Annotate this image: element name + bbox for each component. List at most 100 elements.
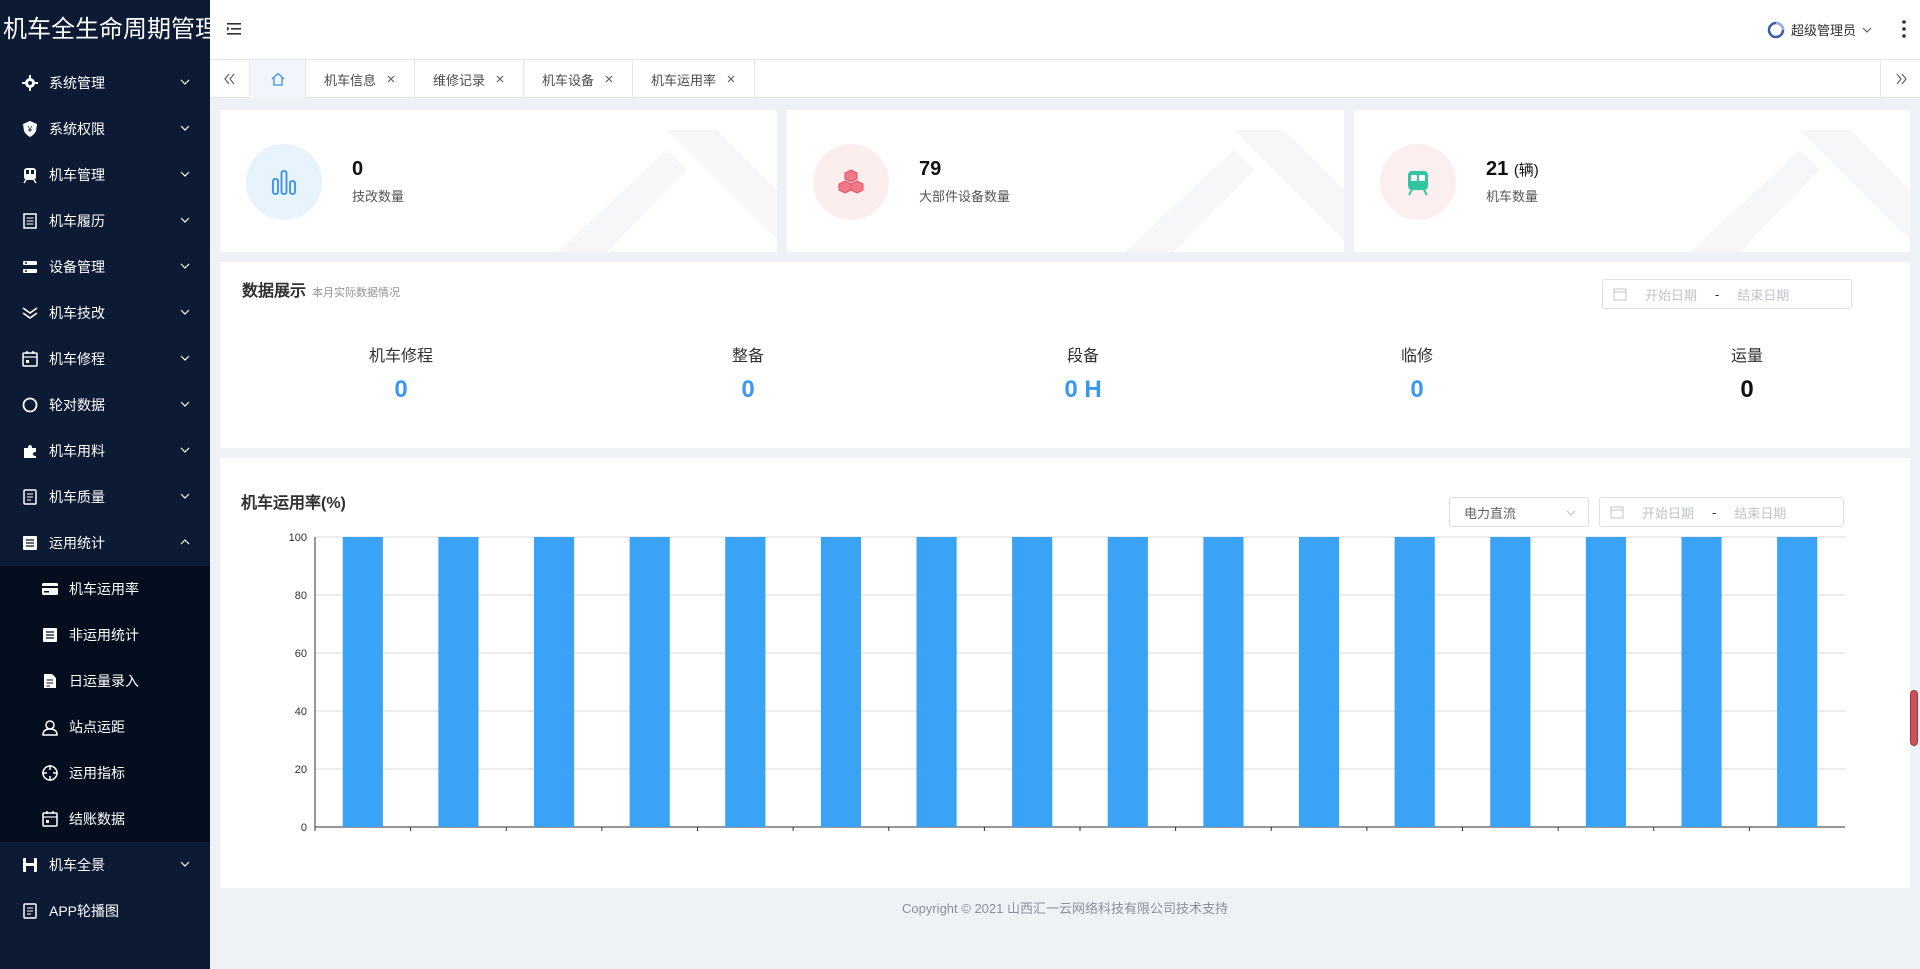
stat-icon-wrap (813, 144, 889, 220)
svg-text:¥: ¥ (27, 125, 33, 134)
tab-label: 机车设备 (542, 72, 595, 88)
sidebar-item-label: 机车运用率 (69, 581, 139, 597)
more-vertical-icon[interactable] (1898, 19, 1910, 39)
home-icon (271, 72, 284, 86)
sidebar-item-sidebar-items-7[interactable]: 轮对数据 (0, 382, 210, 428)
stat-number: 21 (1486, 158, 1509, 180)
stat-value: 0 (352, 158, 363, 181)
clipboard-icon (23, 903, 37, 919)
calendar-icon (42, 811, 58, 827)
tab-home[interactable] (250, 60, 306, 98)
stat-card-tech-mod: 0 技改数量 (220, 110, 777, 252)
app-title: 机车全生命周期管理 (3, 16, 219, 43)
shield-icon: ¥ (23, 121, 37, 137)
sidebar-item-sidebar-submenu-3[interactable]: 站点运距 (0, 704, 210, 750)
close-icon[interactable] (386, 74, 396, 84)
chevron-down-icon (180, 263, 190, 269)
data-display-subtitle: 本月实际数据情况 (312, 287, 401, 299)
metric-volume: 运量 0 (1667, 342, 1827, 404)
sidebar-item-label: 运用指标 (69, 765, 125, 781)
bar (916, 537, 957, 827)
bar (1298, 537, 1340, 827)
sidebar-item-sidebar-items-9[interactable]: 机车质量 (0, 474, 210, 520)
sidebar-item-label: 机车修程 (49, 351, 105, 367)
stat-label: 大部件设备数量 (919, 189, 1011, 204)
tab-2[interactable]: 机车设备 (524, 60, 634, 98)
sidebar-item-sidebar-items-3[interactable]: 机车履历 (0, 198, 210, 244)
bar (820, 537, 862, 827)
chevron-down-icon (180, 493, 190, 499)
decorative-arrow-icon (1124, 130, 1344, 252)
user-avatar-icon (1767, 21, 1785, 38)
footer-copyright: Copyright © 2021 山西汇一云网络科技有限公司技术支持 (902, 901, 1228, 916)
gear-icon (22, 75, 38, 91)
save-icon (23, 858, 37, 872)
puzzle-icon (24, 445, 36, 458)
metric-repair: 机车修程 0 (321, 342, 481, 404)
bar (1394, 537, 1435, 827)
sidebar-item-sidebar-bottom_items-0[interactable]: 机车全景 (0, 842, 210, 888)
data-display-date-range[interactable]: 开始日期 - 结束日期 (1602, 279, 1852, 309)
start-date-input[interactable]: 开始日期 (1645, 285, 1697, 304)
power-type-value: 电力直流 (1464, 505, 1517, 521)
tab-3[interactable]: 机车运用率 (633, 60, 756, 98)
stat-number: 0 (352, 158, 364, 180)
metric-label: 运量 (1730, 348, 1763, 365)
close-icon[interactable] (604, 74, 614, 84)
stat-label: 技改数量 (352, 189, 405, 204)
metric-standby: 段备 0 H (1003, 342, 1163, 404)
decorative-arrow-icon (557, 130, 777, 252)
page-scrollbar-thumb[interactable] (1910, 690, 1918, 746)
sidebar-item-sidebar-items-1[interactable]: ¥ 系统权限 (0, 106, 210, 152)
clipboard-icon (23, 489, 37, 505)
close-icon[interactable] (495, 74, 505, 84)
tabs-scroll-left-button[interactable] (210, 60, 250, 98)
stat-icon-wrap (1380, 144, 1456, 220)
sidebar-item-sidebar-submenu-5[interactable]: 结账数据 (0, 796, 210, 842)
stat-value: 21 (辆) (1486, 158, 1539, 181)
start-date-input[interactable]: 开始日期 (1642, 503, 1694, 522)
power-type-select[interactable]: 电力直流 (1449, 497, 1589, 527)
double-chevron-left-icon (223, 73, 234, 85)
date-separator: - (1715, 286, 1720, 302)
sidebar: 机车全生命周期管理 系统管理 ¥ 系统权限 机车管理 机车履历 设备管理 机车技改机车修程轮… (0, 0, 219, 969)
y-tick-label: 20 (295, 764, 307, 776)
sidebar-item-label: 结账数据 (69, 811, 125, 827)
sidebar-item-sidebar-items-0[interactable]: 系统管理 (0, 60, 210, 106)
sidebar-item-sidebar-items-5[interactable]: 机车技改 (0, 290, 210, 336)
sidebar-item-sidebar-items-6[interactable]: 机车修程 (0, 336, 210, 382)
document-icon (23, 213, 37, 229)
sidebar-item-sidebar-submenu-4[interactable]: 运用指标 (0, 750, 210, 796)
metric-label: 整备 (731, 348, 764, 365)
user-menu[interactable]: 超级管理员 (1767, 20, 1872, 39)
tabs-scroll-right-button[interactable] (1880, 60, 1920, 98)
end-date-input[interactable]: 结束日期 (1737, 285, 1789, 304)
metric-value: 0 (741, 376, 755, 403)
sidebar-item-sidebar-submenu-0[interactable]: 机车运用率 (0, 566, 210, 612)
bar (1012, 537, 1053, 827)
tab-0[interactable]: 机车信息 (306, 60, 416, 98)
sidebar-item-sidebar-items-4[interactable]: 设备管理 (0, 244, 210, 290)
tab-label: 机车运用率 (651, 72, 717, 88)
sidebar-item-label: 机车用料 (49, 443, 105, 459)
tab-1[interactable]: 维修记录 (415, 60, 525, 98)
y-tick-label: 0 (301, 822, 307, 834)
decorative-arrow-icon (1690, 130, 1910, 252)
bar (1585, 537, 1627, 827)
sidebar-item-sidebar-submenu-2[interactable]: 日运量录入 (0, 658, 210, 704)
close-icon[interactable] (726, 74, 736, 84)
chevron-down-icon (180, 355, 190, 361)
train-icon (23, 168, 37, 184)
menu-toggle-icon[interactable] (226, 20, 244, 38)
end-date-input[interactable]: 结束日期 (1734, 503, 1786, 522)
sidebar-item-sidebar-submenu-1[interactable]: 非运用统计 (0, 612, 210, 658)
sidebar-item-sidebar-items-10[interactable]: 运用统计 (0, 520, 210, 566)
usage-chart-date-range[interactable]: 开始日期 - 结束日期 (1599, 497, 1844, 527)
sidebar-item-sidebar-items-2[interactable]: 机车管理 (0, 152, 210, 198)
sidebar-item-sidebar-items-8[interactable]: 机车用料 (0, 428, 210, 474)
usage-rate-bar-chart: 0 20 40 60 80 100 (289, 532, 1845, 834)
sidebar-item-sidebar-bottom_items-1[interactable]: APP轮播图 (0, 888, 210, 934)
tab-label: 维修记录 (433, 72, 486, 88)
card-icon (42, 583, 58, 595)
data-display-title-text: 数据展示 (242, 283, 307, 300)
